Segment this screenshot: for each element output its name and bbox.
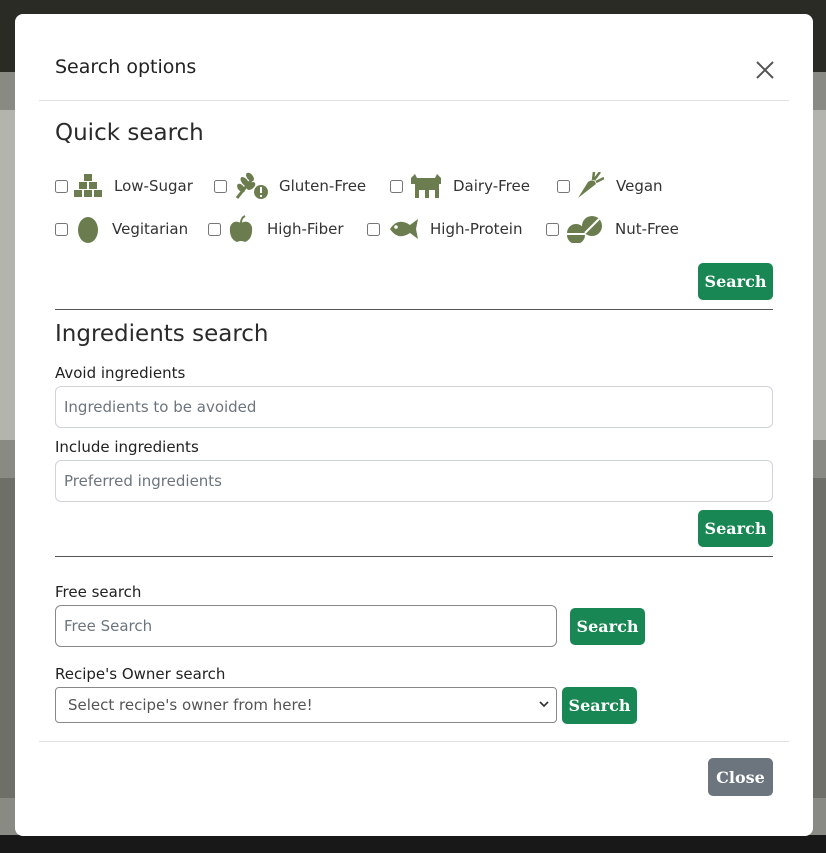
free-search-button[interactable]: Search <box>570 608 645 645</box>
fish-icon <box>390 219 418 239</box>
quick-search-heading: Quick search <box>55 120 204 146</box>
close-button[interactable]: Close <box>708 758 773 796</box>
carrot-icon <box>578 172 604 198</box>
modal-title: Search options <box>55 56 197 78</box>
high-protein-label: High-Protein <box>430 220 523 238</box>
free-search-label: Free search <box>55 583 142 601</box>
search-options-modal: Search options Quick search Low-Sugar Gl… <box>15 14 813 836</box>
low-sugar-label: Low-Sugar <box>114 177 193 195</box>
close-icon[interactable] <box>753 58 777 82</box>
section-divider <box>55 556 773 557</box>
quick-option-dairy-free[interactable]: Dairy-Free <box>390 171 530 201</box>
pill-icon <box>567 216 602 243</box>
avoid-ingredients-label: Avoid ingredients <box>55 364 186 382</box>
vegan-checkbox[interactable] <box>557 179 570 193</box>
gluten-free-label: Gluten-Free <box>279 177 367 195</box>
nut-free-checkbox[interactable] <box>546 222 559 236</box>
include-ingredients-label: Include ingredients <box>55 438 199 456</box>
vegan-label: Vegan <box>616 177 663 195</box>
owner-select[interactable]: Select recipe's owner from here! <box>55 687 557 723</box>
vegitarian-label: Vegitarian <box>112 220 189 238</box>
owner-select-value: Select recipe's owner from here! <box>68 696 313 714</box>
low-sugar-checkbox[interactable] <box>55 179 68 193</box>
sugar-cubes-icon <box>74 174 102 197</box>
owner-search-button[interactable]: Search <box>562 687 637 724</box>
egg-icon <box>78 217 98 243</box>
quick-search-button[interactable]: Search <box>698 263 773 300</box>
owner-search-label: Recipe's Owner search <box>55 665 226 683</box>
wheat-warning-icon <box>235 172 268 199</box>
vegitarian-checkbox[interactable] <box>55 222 68 236</box>
include-ingredients-input[interactable] <box>55 460 773 502</box>
modal-footer-divider <box>39 741 789 742</box>
high-fiber-label: High-Fiber <box>267 220 344 238</box>
dairy-free-checkbox[interactable] <box>390 179 403 193</box>
nut-free-label: Nut-Free <box>615 220 679 238</box>
dairy-free-label: Dairy-Free <box>453 177 530 195</box>
avoid-ingredients-input[interactable] <box>55 386 773 428</box>
high-protein-checkbox[interactable] <box>367 222 380 236</box>
apple-icon <box>229 215 253 242</box>
ingredients-search-heading: Ingredients search <box>55 321 269 347</box>
quick-option-vegitarian[interactable]: Vegitarian <box>55 214 188 244</box>
quick-option-low-sugar[interactable]: Low-Sugar <box>55 171 193 201</box>
quick-option-high-fiber[interactable]: High-Fiber <box>208 214 344 244</box>
gluten-free-checkbox[interactable] <box>214 179 227 193</box>
quick-option-high-protein[interactable]: High-Protein <box>367 214 522 244</box>
modal-header: Search options <box>39 14 789 101</box>
quick-option-nut-free[interactable]: Nut-Free <box>546 214 679 244</box>
chevron-down-icon <box>539 701 549 708</box>
cow-icon <box>411 174 441 198</box>
quick-option-gluten-free[interactable]: Gluten-Free <box>214 171 366 201</box>
background-footer <box>0 835 826 853</box>
ingredients-search-button[interactable]: Search <box>698 510 773 547</box>
section-divider <box>55 309 773 310</box>
high-fiber-checkbox[interactable] <box>208 222 221 236</box>
free-search-input[interactable] <box>55 605 557 647</box>
quick-option-vegan[interactable]: Vegan <box>557 171 663 201</box>
